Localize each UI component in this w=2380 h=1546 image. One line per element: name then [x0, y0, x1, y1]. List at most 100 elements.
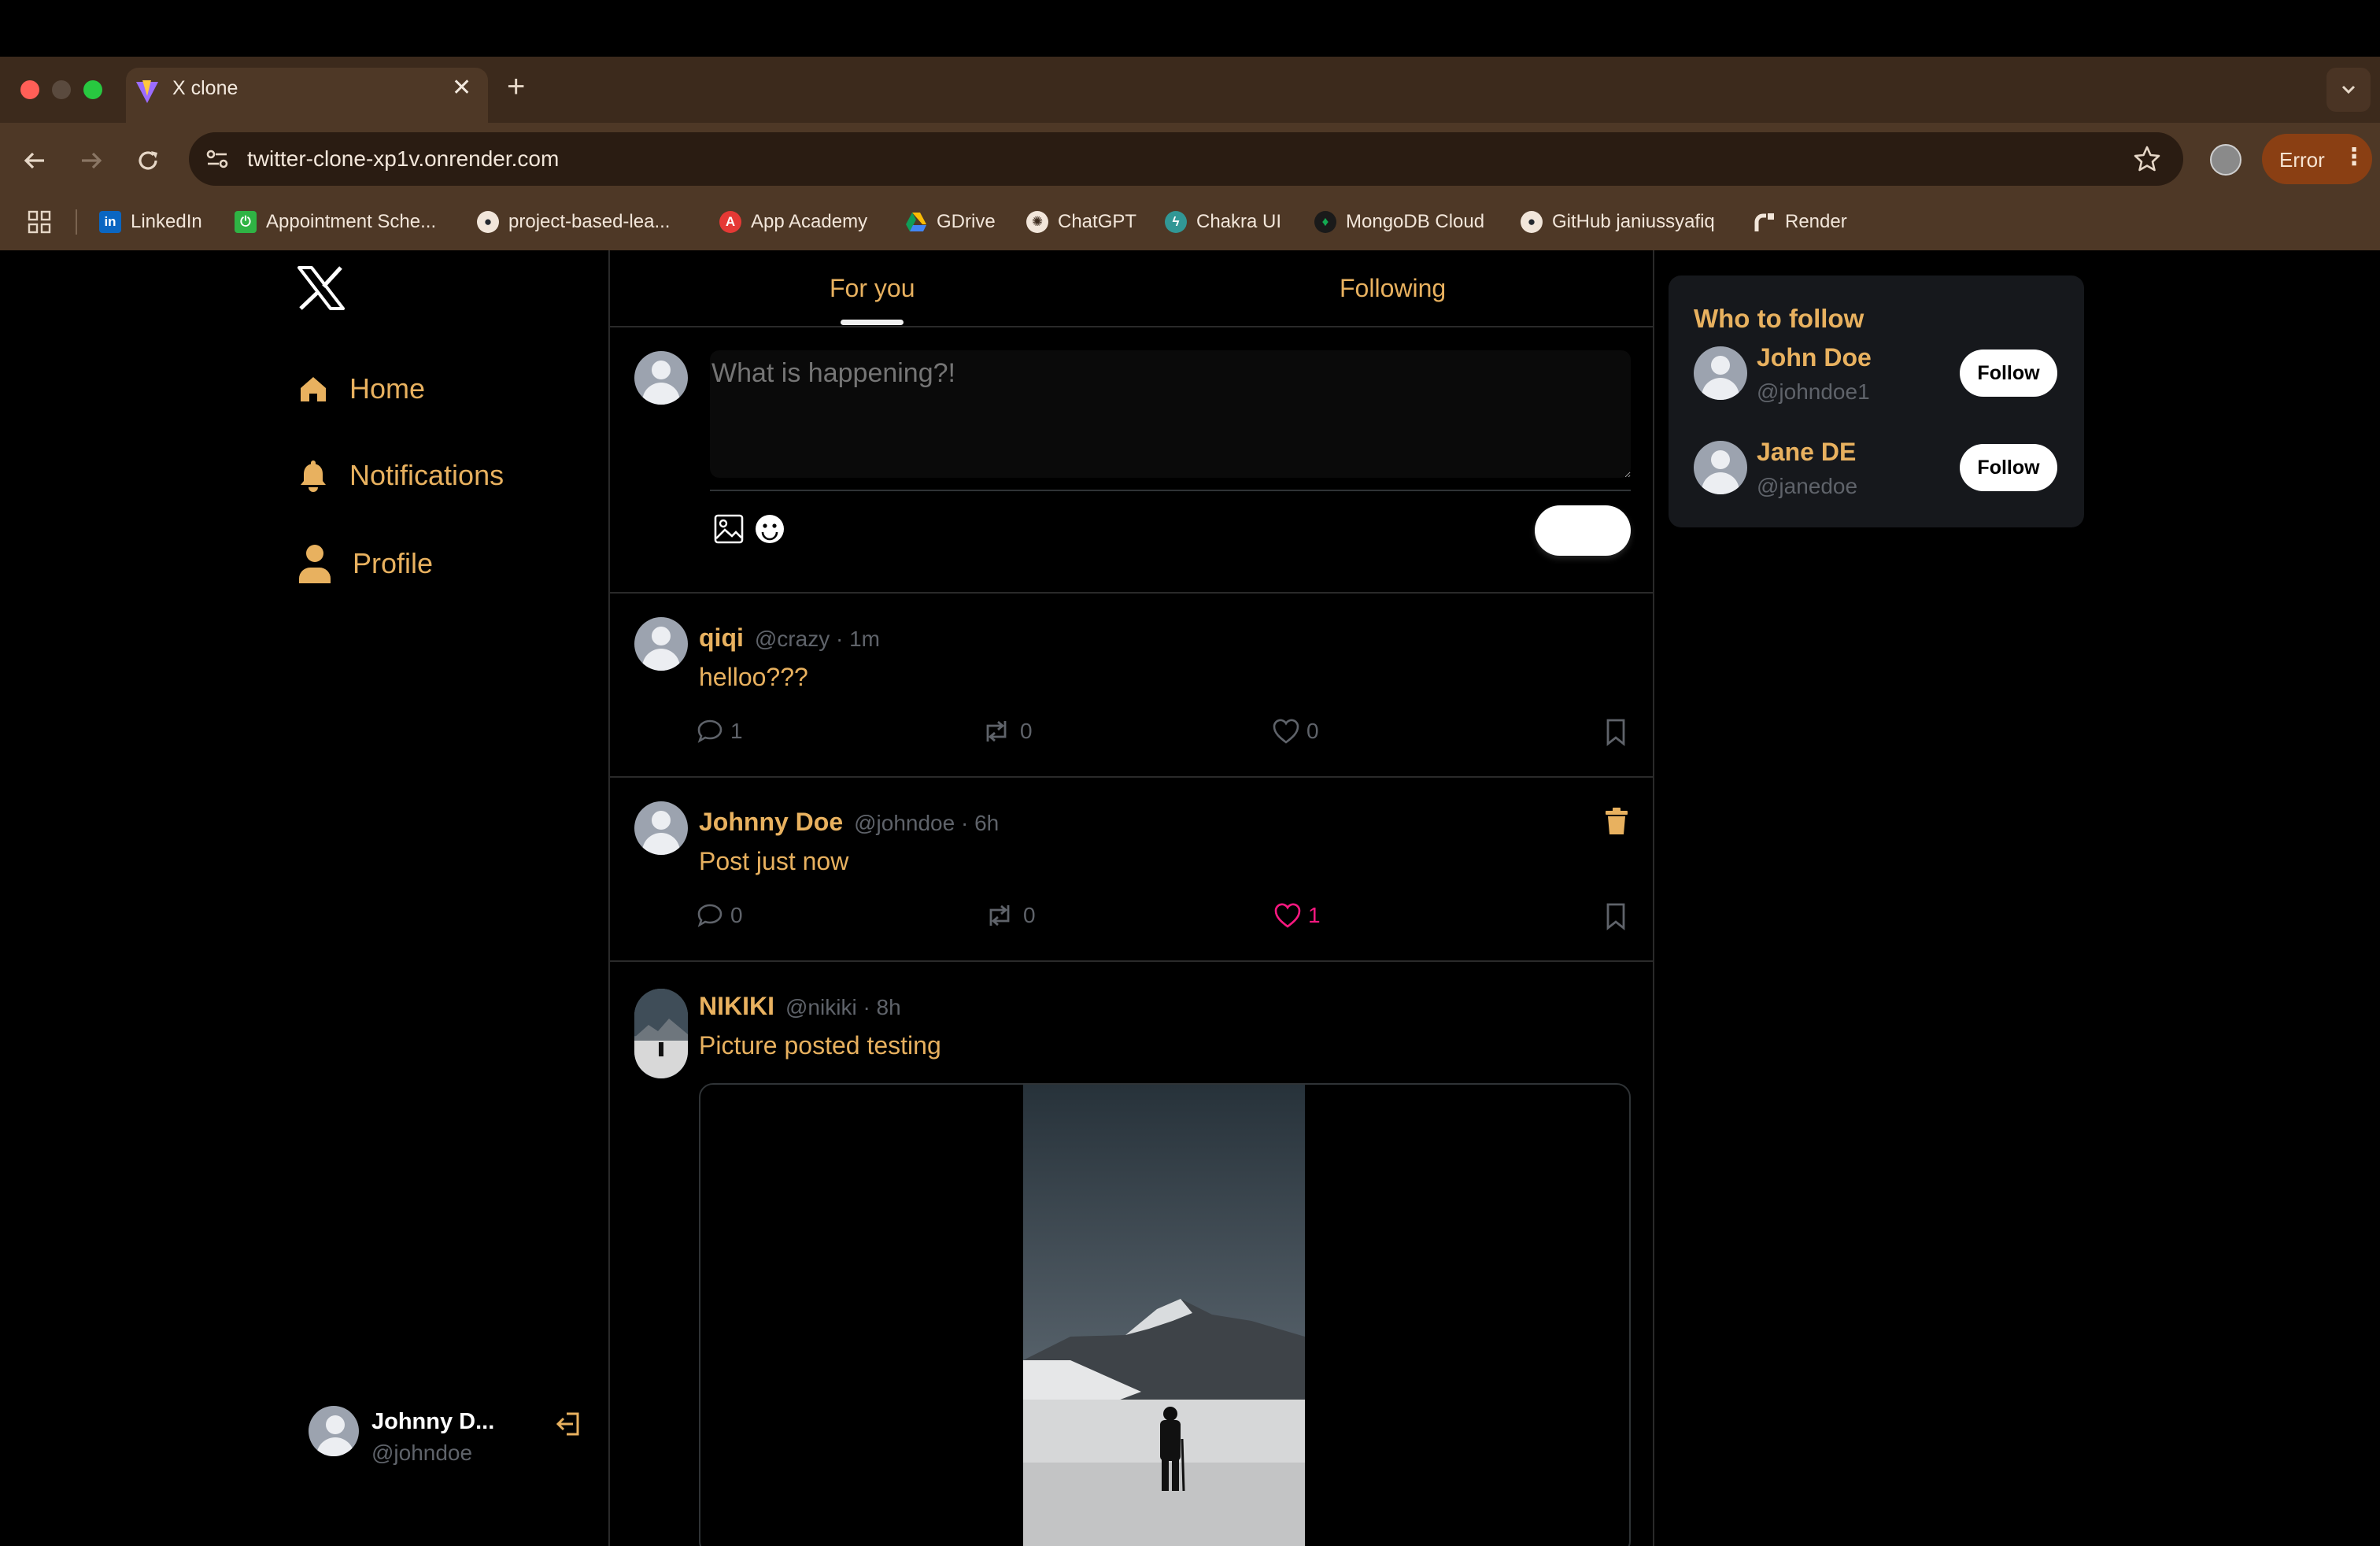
bookmark-github-janiussyafiq[interactable]: ● GitHub janiussyafiq — [1521, 209, 1715, 235]
nav-home[interactable]: Home — [298, 368, 612, 409]
repost-icon — [986, 720, 1007, 742]
bookmark-label: Render — [1785, 211, 1847, 232]
comment-button[interactable]: 0 — [696, 902, 743, 929]
bookmark-label: ChatGPT — [1058, 211, 1137, 232]
bookmark-icon[interactable] — [1602, 718, 1629, 746]
trash-icon[interactable] — [1604, 808, 1629, 836]
compose-input[interactable] — [710, 350, 1631, 478]
post-avatar[interactable] — [634, 617, 688, 671]
comment-icon — [697, 719, 722, 743]
bookmark-linkedin[interactable]: in LinkedIn — [99, 209, 202, 235]
close-tab-icon[interactable]: ✕ — [452, 74, 471, 102]
like-button[interactable]: 0 — [1272, 718, 1319, 745]
bookmark-star-icon[interactable] — [2131, 143, 2163, 175]
follow-button[interactable]: Follow — [1960, 350, 2057, 397]
bookmark-project-based[interactable]: ● project-based-lea... — [477, 209, 670, 235]
compose-avatar — [634, 351, 688, 405]
nav-home-label: Home — [349, 372, 426, 405]
bookmark-label: GitHub janiussyafiq — [1552, 211, 1715, 232]
post-text: helloo??? — [699, 663, 808, 691]
bookmark-label: LinkedIn — [131, 211, 202, 232]
post-header: qiqi @crazy · 1m — [699, 623, 880, 653]
bookmark-icon[interactable] — [1602, 902, 1629, 930]
bookmark-label: App Academy — [751, 211, 868, 232]
suggested-user-name[interactable]: John Doe — [1757, 343, 1872, 372]
like-count: 1 — [1308, 903, 1321, 927]
suggested-user-avatar[interactable] — [1694, 346, 1747, 400]
reload-icon[interactable] — [132, 145, 164, 176]
comment-button[interactable]: 1 — [696, 718, 743, 745]
bookmark-mongodb[interactable]: ♦ MongoDB Cloud — [1314, 209, 1484, 235]
current-user-handle: @johndoe — [371, 1441, 473, 1465]
chakra-icon: ϟ — [1165, 211, 1187, 233]
render-icon — [1754, 211, 1776, 233]
new-tab-icon[interactable]: + — [507, 69, 525, 105]
post-author-name[interactable]: NIKIKI — [699, 992, 774, 1021]
logout-icon[interactable] — [554, 1409, 584, 1439]
chatgpt-icon: ✺ — [1026, 211, 1048, 233]
post-author-name[interactable]: Johnny Doe — [699, 808, 843, 837]
repost-count: 0 — [1023, 903, 1036, 927]
comment-count: 1 — [730, 719, 743, 743]
post-avatar[interactable] — [634, 989, 688, 1078]
tab-for-you-label: For you — [830, 274, 915, 302]
bookmark-gdrive[interactable]: GDrive — [905, 209, 996, 235]
bookmark-appointment[interactable]: ⏻ Appointment Sche... — [235, 209, 436, 235]
like-button[interactable]: 1 — [1273, 902, 1321, 929]
post-author-handle: @johndoe · 6h — [854, 811, 1000, 835]
bookmark-chatgpt[interactable]: ✺ ChatGPT — [1026, 209, 1136, 235]
url-text[interactable]: twitter-clone-xp1v.onrender.com — [247, 146, 559, 172]
repost-icon — [989, 904, 1010, 926]
tab-search-button[interactable] — [2326, 68, 2371, 112]
post-author-handle: @nikiki · 8h — [785, 995, 901, 1019]
repost-button[interactable]: 0 — [984, 902, 1036, 929]
post-avatar[interactable] — [634, 801, 688, 855]
site-settings-icon[interactable] — [201, 143, 233, 175]
follow-button[interactable]: Follow — [1960, 444, 2057, 491]
nav-profile-label: Profile — [353, 547, 434, 579]
appointment-icon: ⏻ — [235, 211, 257, 233]
post-author-name[interactable]: qiqi — [699, 623, 744, 653]
app-academy-icon: A — [719, 211, 741, 233]
bookmark-label: Appointment Sche... — [266, 211, 437, 232]
github-icon: ● — [1521, 211, 1543, 233]
repost-button[interactable]: 0 — [981, 718, 1033, 745]
post-image — [1023, 1085, 1305, 1546]
bookmark-label: Chakra UI — [1196, 211, 1282, 232]
vite-icon — [134, 79, 161, 105]
emoji-icon[interactable] — [754, 513, 785, 545]
forward-icon[interactable] — [76, 145, 107, 176]
suggested-user-handle: @janedoe — [1757, 474, 1858, 498]
bookmark-label: project-based-lea... — [508, 211, 671, 232]
suggested-user-name[interactable]: Jane DE — [1757, 438, 1856, 467]
bookmark-render[interactable]: Render — [1754, 209, 1847, 235]
home-icon — [298, 373, 329, 405]
apps-grid-icon[interactable] — [27, 209, 52, 235]
browser-profile-avatar[interactable] — [2210, 144, 2241, 176]
user-icon — [298, 544, 332, 583]
post-text: Post just now — [699, 847, 849, 875]
back-icon[interactable] — [19, 145, 50, 176]
bookmark-chakra[interactable]: ϟ Chakra UI — [1165, 209, 1281, 235]
nav-notifications[interactable]: Notifications — [298, 455, 612, 496]
post-image-frame[interactable] — [699, 1083, 1631, 1546]
chevron-down-icon — [2341, 85, 2356, 94]
zoom-window-button[interactable] — [83, 80, 102, 99]
close-window-button[interactable] — [20, 80, 39, 99]
tabs-divider — [610, 326, 1653, 327]
feed-right-border — [1653, 250, 1654, 1546]
post-button[interactable] — [1535, 505, 1631, 556]
error-label: Error — [2279, 148, 2325, 172]
avatar-photo — [634, 989, 688, 1078]
heart-icon — [1273, 719, 1299, 744]
nav-profile[interactable]: Profile — [298, 542, 612, 586]
x-logo-icon[interactable] — [298, 266, 345, 310]
suggested-user-avatar[interactable] — [1694, 441, 1747, 494]
minimize-window-button[interactable] — [52, 80, 71, 99]
bookmarks-separator — [76, 209, 77, 235]
post-text: Picture posted testing — [699, 1031, 941, 1060]
image-upload-icon[interactable] — [713, 513, 745, 545]
current-user-avatar[interactable] — [309, 1406, 359, 1456]
bookmark-app-academy[interactable]: A App Academy — [719, 209, 867, 235]
more-vert-icon[interactable]: ⋮ — [2342, 143, 2366, 171]
